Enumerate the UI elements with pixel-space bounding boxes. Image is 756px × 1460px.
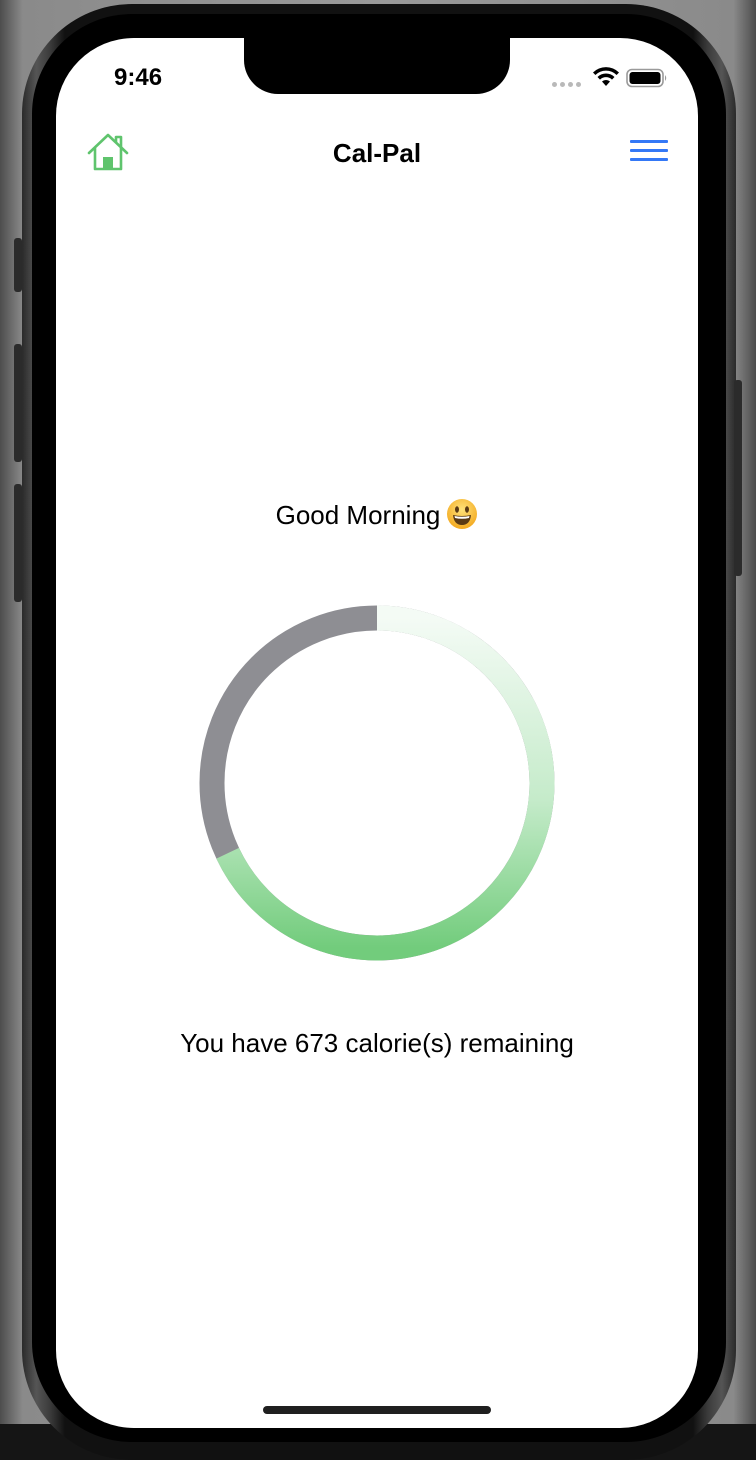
notch <box>244 38 510 94</box>
volume-up-button <box>14 344 22 462</box>
greeting: Good Morning <box>56 498 698 531</box>
app-screen: 9:46 Cal-Pal Good Morning You have 673 c… <box>56 38 698 1428</box>
hamburger-menu-icon[interactable] <box>630 140 668 164</box>
smiling-face-emoji-icon <box>447 499 478 529</box>
nav-title: Cal-Pal <box>332 138 422 168</box>
power-button <box>734 380 742 576</box>
volume-down-button <box>14 484 22 602</box>
navigation-bar: Cal-Pal <box>56 128 698 178</box>
mute-switch <box>14 238 22 292</box>
calories-remaining-text: You have 673 calorie(s) remaining <box>180 1028 574 1058</box>
battery-icon <box>626 68 667 88</box>
calorie-progress-ring <box>199 605 555 961</box>
greeting-text: Good Morning <box>275 500 441 530</box>
cellular-signal-icon <box>552 82 582 88</box>
home-indicator[interactable] <box>263 1406 491 1414</box>
wifi-icon <box>593 67 619 86</box>
status-time: 9:46 <box>114 64 163 91</box>
